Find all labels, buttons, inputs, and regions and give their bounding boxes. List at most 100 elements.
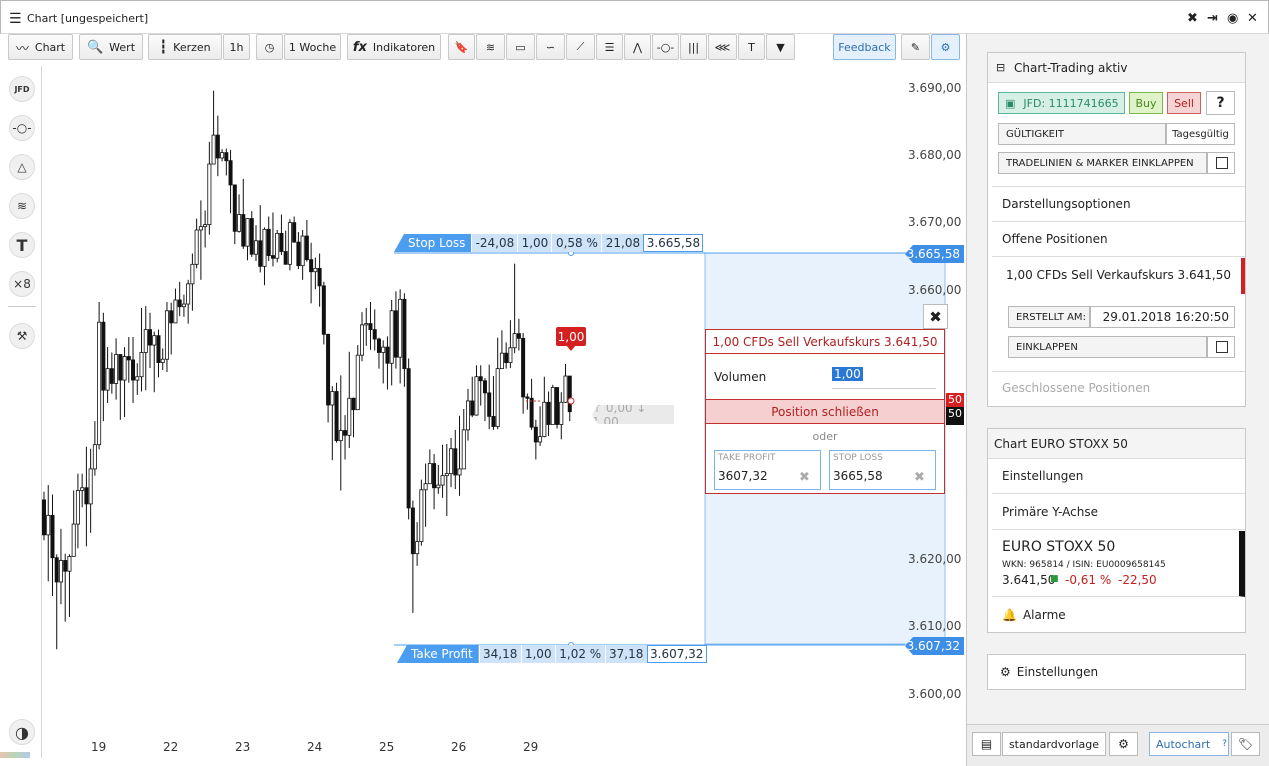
or-label: oder	[812, 430, 838, 443]
autochart-help[interactable]: ?	[1222, 739, 1227, 749]
open-position-entry[interactable]: 1,00 CFDs Sell Verkaufskurs 3.641,50	[992, 258, 1245, 294]
candle-body	[275, 232, 280, 259]
target-icon[interactable]: ◉	[1227, 11, 1238, 26]
gear-icon[interactable]: ⚙	[1109, 732, 1138, 756]
candle-body	[224, 152, 229, 162]
popout-icon[interactable]: ⇥	[1207, 11, 1218, 26]
candle-body	[474, 376, 479, 416]
candle-body	[359, 324, 364, 356]
candle-body	[139, 352, 144, 378]
candle-body	[258, 240, 263, 267]
candle-body	[190, 263, 195, 285]
candle-body	[444, 473, 449, 477]
candle-body	[423, 483, 428, 491]
right-panel: ⊟ Chart-Trading aktiv ▣ JFD: 1111741665 B…	[966, 34, 1269, 766]
candle-body	[92, 444, 97, 470]
checkbox[interactable]	[1216, 341, 1228, 353]
candle-body	[105, 368, 110, 391]
settings-bottom-button[interactable]: ⚙ Einstellungen	[987, 654, 1246, 690]
template-select[interactable]: standardvorlage	[1002, 732, 1106, 756]
candle-body	[292, 222, 297, 243]
take-profit-field[interactable]: TAKE PROFIT 3607,32 ✖	[714, 450, 821, 490]
candle-body	[321, 285, 326, 335]
validity-select[interactable]: Tagesgültig	[1166, 123, 1235, 145]
candle-body	[521, 337, 526, 398]
candle-body	[147, 329, 152, 346]
candle-body	[436, 484, 441, 489]
list-icon[interactable]: ▤	[972, 732, 1001, 756]
help-button[interactable]: ?	[1206, 91, 1235, 115]
candle-body	[512, 333, 517, 349]
candle-body	[50, 514, 55, 559]
alarms-item[interactable]: 🔔 Alarme	[992, 598, 1245, 633]
candle-body	[71, 523, 76, 557]
candle-body	[101, 321, 106, 391]
y-tick: 3.660,00	[908, 283, 962, 297]
candle-body	[75, 490, 80, 525]
primary-axis-item[interactable]: Primäre Y-Achse	[992, 495, 1245, 530]
checkbox[interactable]	[1216, 157, 1228, 169]
clear-icon[interactable]: ✖	[799, 470, 810, 485]
autochart-button[interactable]: Autochart?	[1149, 732, 1229, 756]
candle-body	[67, 556, 72, 572]
candle-body	[567, 375, 572, 413]
collapse-toggle[interactable]	[1207, 336, 1235, 358]
candle-body	[389, 310, 394, 364]
candle-body	[169, 310, 174, 324]
instrument-change-pct: -0,61 %	[1065, 573, 1112, 587]
sell-button[interactable]: Sell	[1167, 92, 1201, 114]
candle-body	[461, 429, 466, 470]
candle-body	[164, 310, 169, 360]
expand-icon[interactable]: ✖	[1187, 11, 1198, 26]
candle-body	[372, 329, 377, 340]
closed-positions-item[interactable]: Geschlossene Positionen	[992, 371, 1245, 405]
take-profit-label: Take Profit	[397, 645, 479, 663]
candle-body	[58, 560, 63, 583]
candle-body	[143, 329, 148, 353]
x-tick: 25	[379, 740, 395, 754]
candle-body	[381, 346, 386, 353]
open-positions-item[interactable]: Offene Positionen	[992, 223, 1245, 257]
collapse-lines-toggle[interactable]	[1207, 152, 1235, 174]
clear-icon[interactable]: ✖	[914, 470, 925, 485]
candle-body	[542, 401, 547, 438]
candle-body	[42, 499, 47, 536]
candle-body	[419, 489, 424, 543]
settings-item[interactable]: Einstellungen	[992, 459, 1245, 494]
volume-input[interactable]: 1,00	[832, 367, 936, 389]
trading-header-label: Chart-Trading aktiv	[1014, 61, 1128, 75]
y-tick: 3.610,00	[908, 619, 962, 633]
candle-body	[368, 323, 373, 331]
candle-body	[228, 160, 233, 186]
account-icon: ▣	[1005, 96, 1016, 110]
close-position-button[interactable]: Position schließen	[706, 399, 944, 424]
tag-icon[interactable]: 🏷	[1231, 732, 1260, 756]
take-profit-points: 37,18	[604, 645, 647, 663]
stop-loss-pl: -24,08	[471, 234, 518, 252]
popup-close-icon[interactable]: ✖	[923, 304, 948, 329]
take-profit-price-tag: 3.607,32	[905, 637, 964, 655]
candle-body	[245, 218, 250, 247]
instrument-card[interactable]: EURO STOXX 50 WKN: 965814 / ISIN: EU0009…	[992, 531, 1245, 597]
x-tick: 29	[523, 740, 539, 754]
stop-loss-price: 3.665,58	[643, 234, 704, 252]
current-price-tag: 50	[946, 393, 964, 407]
instrument-ids: WKN: 965814 / ISIN: EU0009658145	[1002, 560, 1166, 570]
candle-body	[186, 283, 191, 305]
bottom-bar: ▤ standardvorlage ⚙ Autochart? 🏷	[967, 724, 1269, 766]
candle-body	[279, 232, 284, 252]
candle-body	[304, 235, 309, 261]
buy-button[interactable]: Buy	[1129, 92, 1163, 114]
bell-icon: 🔔	[1002, 608, 1017, 622]
take-profit-bar[interactable]: Take Profit 34,18 1,00 1,02 % 37,18 3.60…	[397, 645, 707, 663]
candle-body	[194, 229, 199, 265]
candle-body	[80, 487, 85, 491]
position-marker[interactable]: 1,00	[556, 327, 586, 346]
candle-body	[491, 416, 496, 427]
stop-loss-bar[interactable]: Stop Loss -24,08 1,00 0,58 % 21,08 3.665…	[394, 234, 704, 252]
candle-body	[499, 352, 504, 370]
account-button[interactable]: ▣ JFD: 1111741665	[998, 92, 1125, 114]
close-icon[interactable]: ✕	[1247, 11, 1258, 26]
stop-loss-field[interactable]: STOP LOSS 3665,58 ✖	[829, 450, 936, 490]
display-options-item[interactable]: Darstellungsoptionen	[992, 186, 1245, 222]
